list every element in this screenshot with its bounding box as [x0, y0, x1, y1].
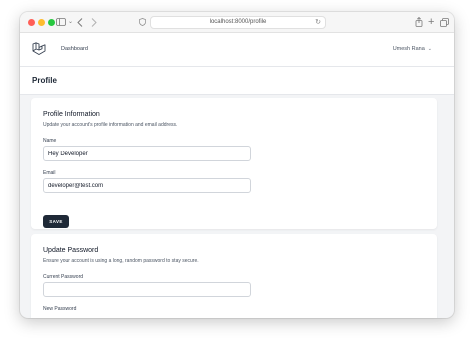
save-button[interactable]: SAVE: [43, 215, 69, 228]
minimize-window-button[interactable]: [38, 19, 45, 26]
email-input[interactable]: [43, 178, 251, 193]
current-password-label: Current Password: [43, 274, 84, 280]
name-label: Name: [43, 138, 57, 144]
profile-information-card: Profile Information Update your account'…: [31, 98, 437, 229]
chevron-down-icon[interactable]: ⌄: [68, 16, 73, 28]
maximize-window-button[interactable]: [48, 19, 55, 26]
shield-icon[interactable]: [139, 16, 146, 28]
user-name: Umesh Rana: [392, 46, 425, 52]
address-bar[interactable]: localhost:8000/profile ↻: [150, 16, 326, 29]
section-title: Profile Information: [43, 111, 100, 118]
current-password-input[interactable]: [43, 282, 251, 297]
nav-link-dashboard[interactable]: Dashboard: [61, 46, 88, 52]
forward-icon[interactable]: [91, 16, 97, 28]
section-description: Update your account's profile informatio…: [43, 122, 178, 128]
name-input[interactable]: [43, 146, 251, 161]
reload-icon[interactable]: ↻: [315, 17, 321, 28]
sidebar-icon[interactable]: [56, 16, 66, 28]
email-label: Email: [43, 170, 56, 176]
share-icon[interactable]: [415, 16, 423, 28]
app-navbar: Dashboard Umesh Rana ⌄: [20, 33, 454, 67]
update-password-card: Update Password Ensure your account is u…: [31, 234, 437, 318]
tabs-icon[interactable]: [440, 16, 449, 28]
page-title: Profile: [32, 76, 57, 85]
page-header: Profile: [20, 67, 454, 95]
section-description: Ensure your account is using a long, ran…: [43, 258, 199, 264]
back-icon[interactable]: [77, 16, 83, 28]
close-window-button[interactable]: [28, 19, 35, 26]
section-title: Update Password: [43, 247, 99, 254]
chevron-down-icon: ⌄: [427, 46, 432, 52]
user-menu[interactable]: Umesh Rana ⌄: [393, 46, 432, 52]
new-password-label: New Password: [43, 306, 77, 312]
laravel-logo[interactable]: [32, 42, 46, 56]
browser-toolbar: ⌄ localhost:8000/profile ↻ +: [20, 12, 454, 33]
address-bar-url: localhost:8000/profile: [209, 19, 267, 25]
browser-window: ⌄ localhost:8000/profile ↻ + Dashboard U…: [20, 12, 454, 318]
plus-icon[interactable]: +: [428, 16, 434, 28]
